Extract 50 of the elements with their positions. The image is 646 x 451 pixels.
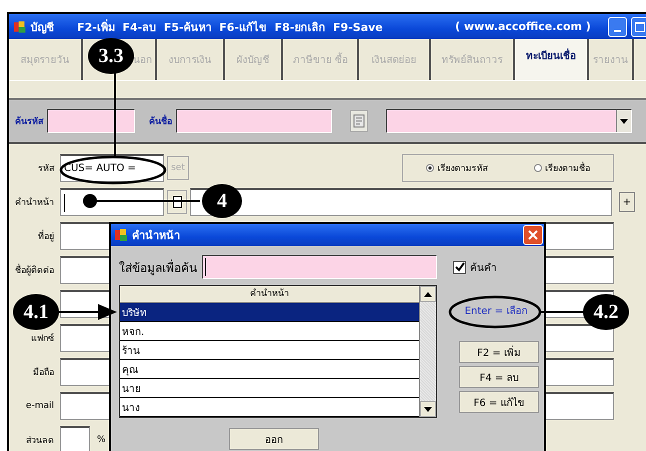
- app-icon: [114, 228, 128, 242]
- select-button[interactable]: Enter = เลือก: [453, 299, 539, 321]
- caret-icon: [620, 118, 628, 124]
- add-button[interactable]: +: [619, 192, 635, 212]
- column-header: คำนำหน้า: [120, 286, 419, 303]
- prefix-field[interactable]: [60, 188, 164, 216]
- dialog-title: คำนำหน้า: [132, 228, 181, 244]
- field-label: ชื่อผู้ติดต่อ: [9, 263, 54, 277]
- customer-dropdown[interactable]: [386, 109, 632, 133]
- sort-radio[interactable]: เรียงตามชื่อ: [534, 161, 590, 175]
- code-search-field[interactable]: [47, 109, 135, 133]
- tab[interactable]: ทะเบียนเชื่อ: [515, 39, 589, 80]
- maximize-icon: [635, 22, 646, 32]
- action-button[interactable]: F4 = ลบ: [459, 366, 539, 388]
- scroll-down-icon: [424, 406, 432, 412]
- name-search-field[interactable]: [176, 109, 332, 133]
- search-code-label: ค้นรหัส: [15, 115, 43, 128]
- discount-field[interactable]: [60, 426, 90, 451]
- action-button[interactable]: F2 = เพิ่ม: [459, 341, 539, 363]
- maximize-button[interactable]: [630, 16, 646, 36]
- lookup-button[interactable]: [350, 110, 368, 132]
- window-title: บัญชี: [30, 20, 55, 36]
- exit-button[interactable]: ออก: [229, 428, 319, 450]
- scrollbar[interactable]: [419, 286, 436, 417]
- app-icon: [13, 20, 26, 34]
- field-label: ที่อยู่: [9, 229, 54, 243]
- percent-label: %: [97, 435, 106, 445]
- search-name-label: ค้นชื่อ: [149, 114, 172, 128]
- close-button[interactable]: [523, 225, 543, 245]
- prefix-lookup-button[interactable]: [167, 190, 187, 214]
- minimize-button[interactable]: [608, 16, 627, 36]
- prefix-name-field[interactable]: [190, 188, 612, 216]
- sort-radio[interactable]: เรียงตามรหัส: [426, 161, 488, 175]
- field-label: รหัส: [37, 163, 54, 175]
- field-label: คำนำหน้า: [14, 196, 54, 209]
- match-checkbox[interactable]: ค้นคำ: [453, 255, 497, 279]
- close-icon: [528, 230, 538, 240]
- action-button[interactable]: F6 = แก้ไข: [459, 391, 539, 413]
- minimize-icon: [614, 30, 621, 32]
- field-label: แฟกซ์: [30, 332, 54, 345]
- list-item[interactable]: บริษัท: [120, 303, 419, 322]
- search-field[interactable]: [202, 255, 437, 279]
- field-label: e-mail: [24, 401, 54, 411]
- website-text: ( www.accoffice.com ): [454, 20, 592, 33]
- field-label: มือถือ: [32, 366, 54, 379]
- scroll-up-icon: [424, 292, 432, 296]
- search-label: ใส่ข้อมูลเพื่อค้น: [119, 258, 197, 276]
- document-icon: [353, 114, 365, 128]
- field-label: ส่วนลด: [25, 435, 54, 447]
- shortcut-hints: F2-เพิ่ม F4-ลบ F5-ค้นหา F6-แก้ไข F8-ยกเลิก F9-Save: [77, 18, 384, 36]
